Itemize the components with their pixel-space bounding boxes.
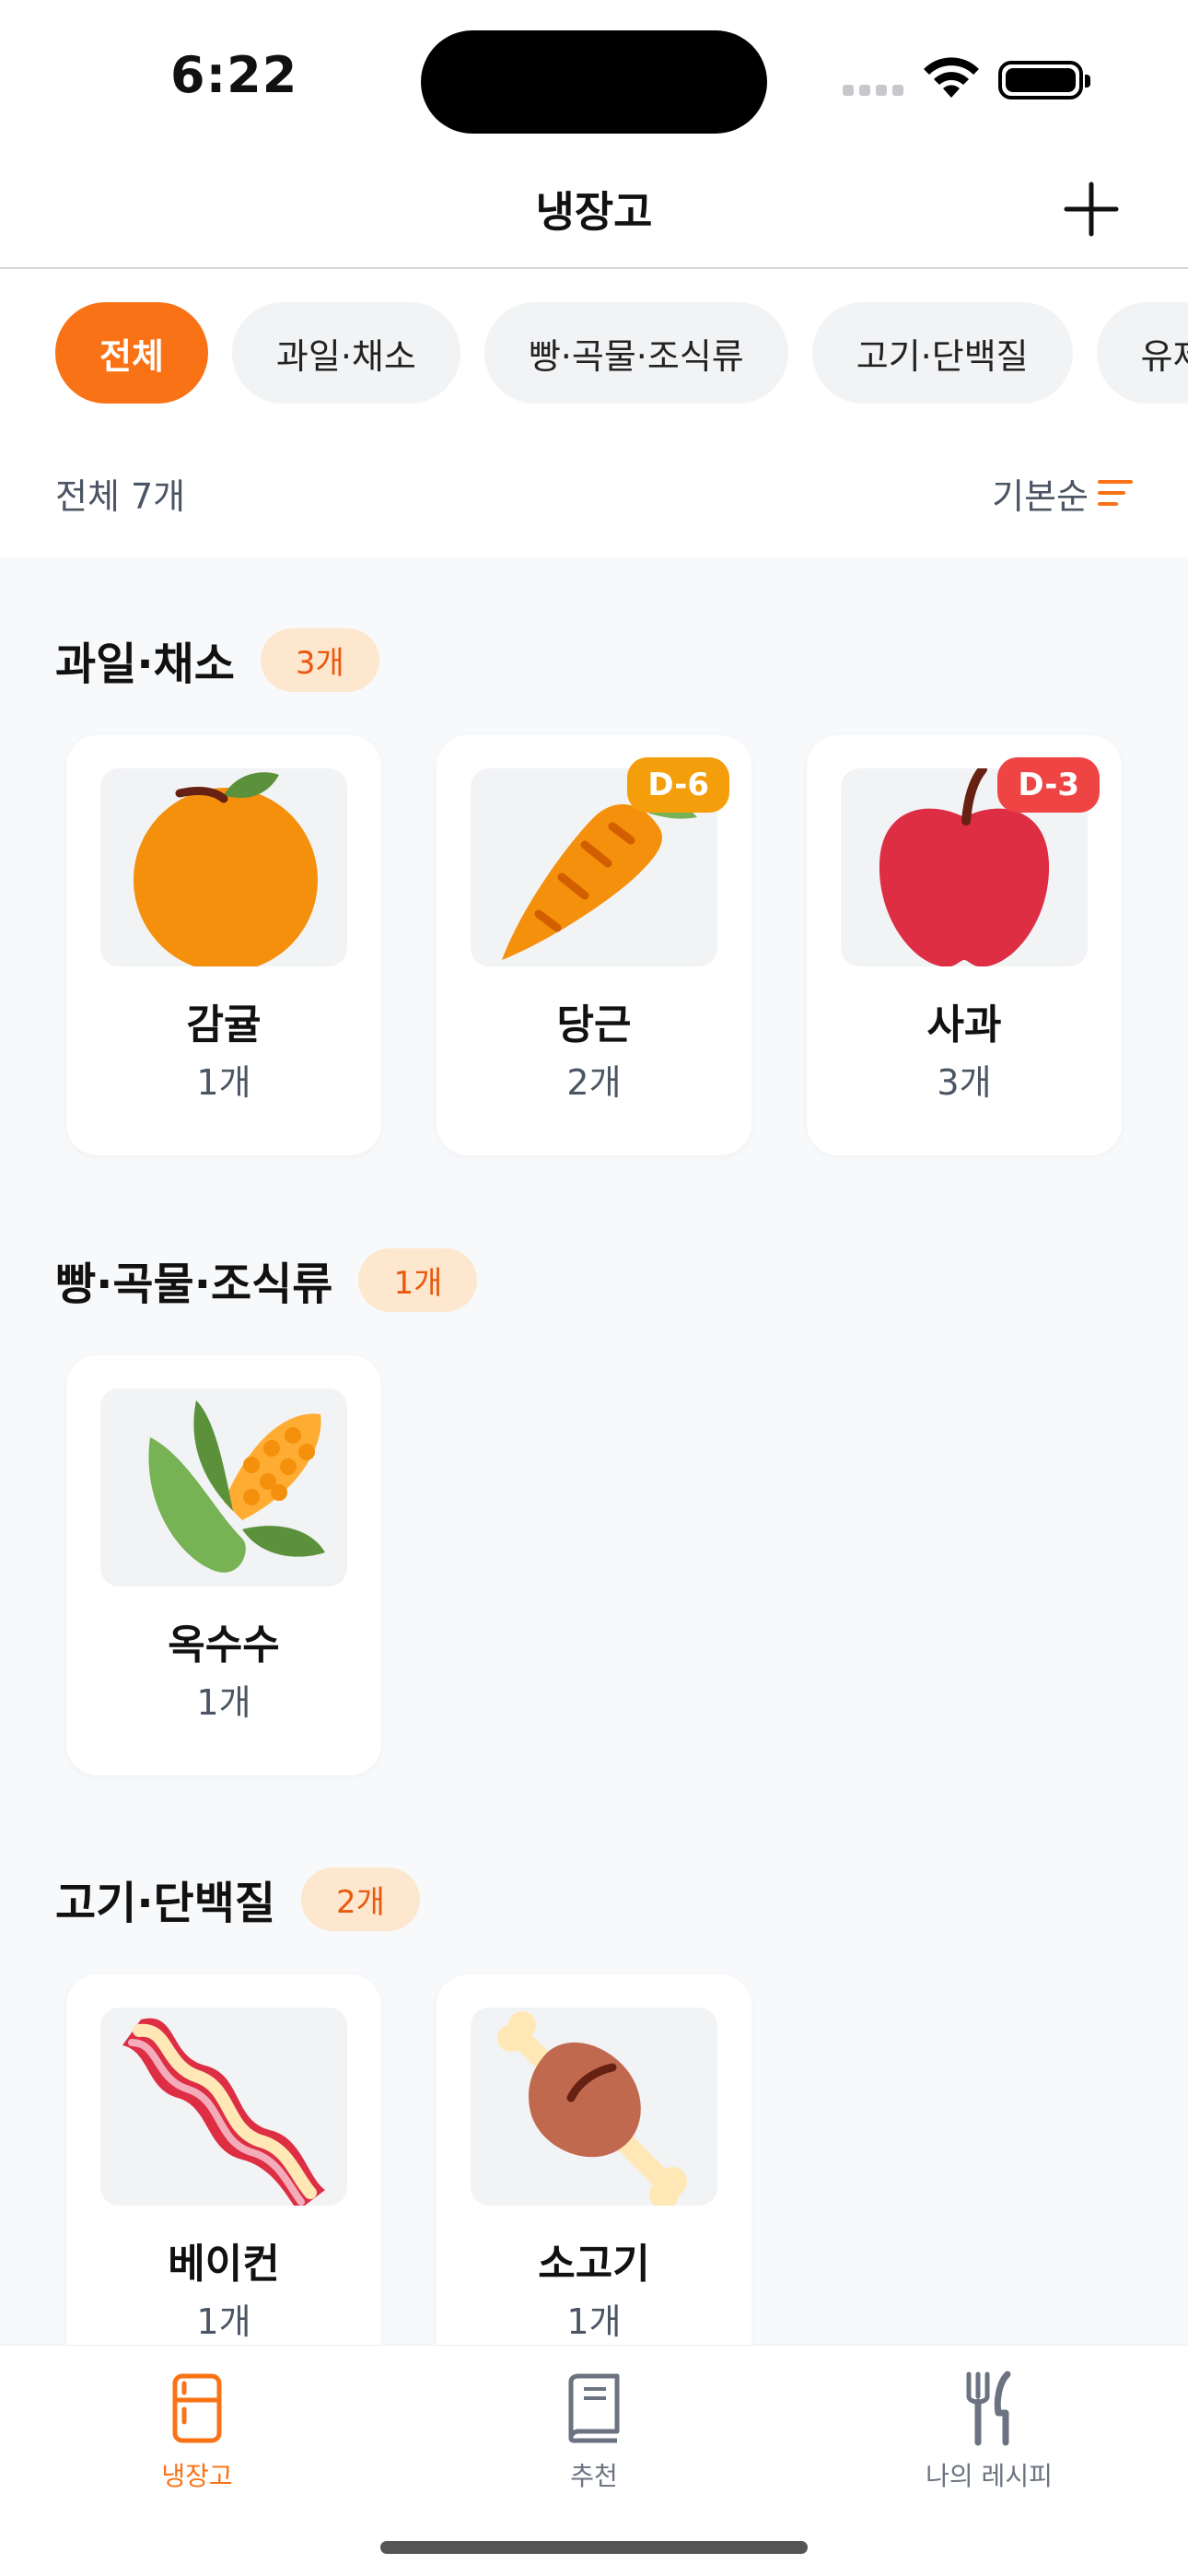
- section-meat-protein: 고기·단백질 2개 베이컨 1개 소고기 1개: [55, 1866, 751, 2345]
- item-name: 당근: [556, 1001, 632, 1048]
- status-time: 6:22: [170, 46, 298, 104]
- filter-chip-all[interactable]: 전체: [55, 302, 208, 404]
- total-count: 전체 7개: [55, 475, 186, 517]
- status-bar: 6:22: [0, 0, 1188, 157]
- summary-row: 전체 7개 기본순: [55, 465, 1133, 521]
- item-name: 소고기: [538, 2241, 650, 2288]
- tangerine-icon: [134, 771, 318, 966]
- item-card-apple[interactable]: D-3 사과 3개: [807, 735, 1122, 1155]
- item-quantity: 1개: [566, 2301, 622, 2342]
- wifi-icon: [924, 57, 979, 98]
- sort-button[interactable]: 기본순: [992, 468, 1133, 519]
- item-quantity: 1개: [196, 1682, 251, 1723]
- meat-on-bone-icon: [497, 2010, 687, 2206]
- item-name: 옥수수: [168, 1622, 280, 1669]
- corn-icon: [148, 1399, 325, 1573]
- section-title: 빵·곡물·조식류: [55, 1259, 333, 1310]
- sort-label: 기본순: [992, 475, 1089, 517]
- item-quantity: 3개: [937, 1062, 992, 1103]
- nav-bar: 냉장고: [0, 157, 1188, 269]
- item-thumbnail: [100, 768, 347, 966]
- item-card-beef[interactable]: 소고기 1개: [437, 1974, 751, 2345]
- tab-my-recipes[interactable]: 나의 레시피: [869, 2364, 1109, 2493]
- bacon-icon: [122, 2018, 325, 2206]
- cellular-signal-icon: [843, 85, 903, 96]
- section-fruit-vegetable: 과일·채소 3개 감귤 1개 D-6 당근 2개 D-3 사과 3개: [55, 626, 1122, 1155]
- section-count-badge: 2개: [301, 1867, 420, 1931]
- book-icon: [568, 2373, 620, 2443]
- item-name: 사과: [926, 1001, 1002, 1048]
- item-thumbnail: [100, 2008, 347, 2206]
- item-card-carrot[interactable]: D-6 당근 2개: [437, 735, 751, 1155]
- item-quantity: 1개: [196, 2301, 251, 2342]
- item-thumbnail: [100, 1388, 347, 1587]
- tab-label: 냉장고: [161, 2461, 233, 2491]
- item-card-corn[interactable]: 옥수수 1개: [66, 1355, 381, 1775]
- fridge-icon: [172, 2373, 222, 2443]
- fork-knife-icon: [966, 2371, 1011, 2446]
- page-title: 냉장고: [535, 187, 653, 237]
- item-quantity: 1개: [196, 1062, 251, 1103]
- section-title: 과일·채소: [55, 638, 235, 690]
- dynamic-island: [421, 30, 767, 134]
- tab-label: 추천: [570, 2461, 618, 2491]
- section-count-badge: 1개: [358, 1247, 478, 1312]
- item-name: 감귤: [186, 1001, 262, 1048]
- tab-fridge[interactable]: 냉장고: [77, 2364, 317, 2493]
- filter-chip-bread-grain[interactable]: 빵·곡물·조식류: [483, 302, 788, 404]
- item-thumbnail: [471, 2008, 717, 2206]
- category-filter-bar: 전체 과일·채소 빵·곡물·조식류 고기·단백질 유제: [55, 302, 1188, 404]
- section-bread-grain: 빵·곡물·조식류 1개 옥수수 1개: [55, 1247, 478, 1775]
- filter-chip-fruit-vegetable[interactable]: 과일·채소: [231, 302, 460, 404]
- tab-recommend[interactable]: 추천: [474, 2364, 714, 2493]
- section-title: 고기·단백질: [55, 1878, 276, 1929]
- fridge-content: 과일·채소 3개 감귤 1개 D-6 당근 2개 D-3 사과 3개 빵·곡물·…: [0, 557, 1188, 2345]
- battery-icon: [998, 61, 1090, 100]
- dday-badge: D-3: [997, 757, 1100, 813]
- item-card-tangerine[interactable]: 감귤 1개: [66, 735, 381, 1155]
- sort-icon: [1098, 480, 1133, 506]
- item-card-bacon[interactable]: 베이컨 1개: [66, 1974, 381, 2345]
- dday-badge: D-6: [627, 757, 729, 813]
- home-indicator[interactable]: [380, 2541, 808, 2554]
- item-name: 베이컨: [168, 2241, 280, 2288]
- tab-label: 나의 레시피: [926, 2461, 1053, 2491]
- item-quantity: 2개: [566, 1062, 622, 1103]
- filter-chip-dairy[interactable]: 유제: [1096, 302, 1188, 404]
- section-count-badge: 3개: [260, 627, 379, 692]
- filter-chip-meat-protein[interactable]: 고기·단백질: [811, 302, 1073, 404]
- add-icon[interactable]: [1059, 177, 1124, 241]
